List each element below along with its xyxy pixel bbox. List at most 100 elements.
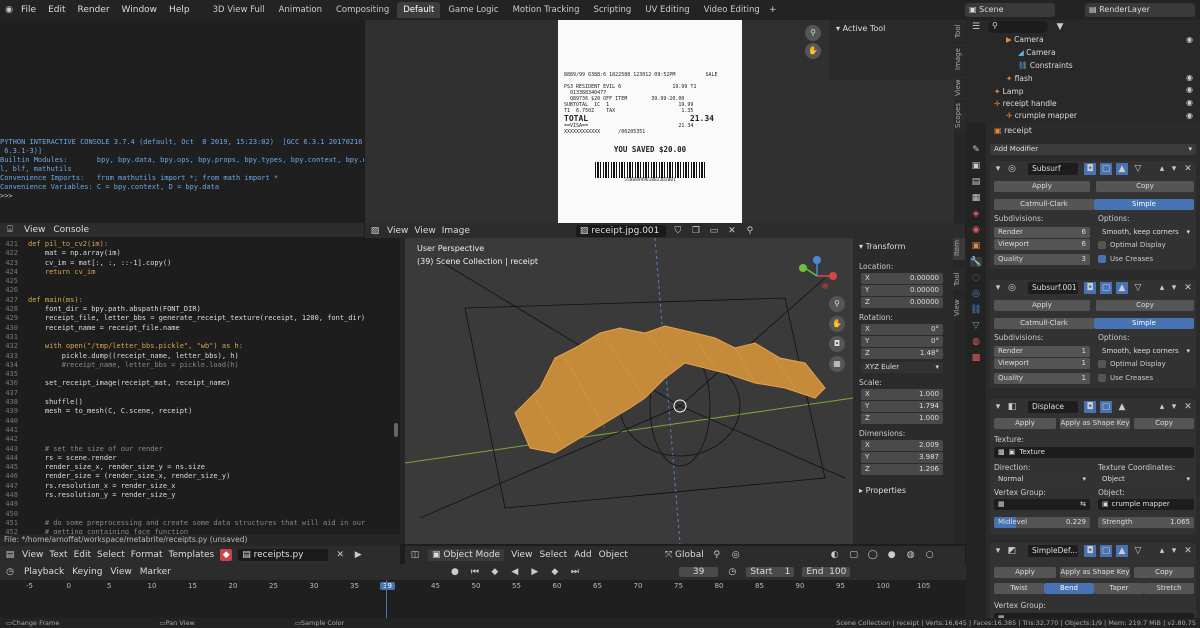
editor-scrollbar[interactable] [394, 423, 398, 437]
menu-file[interactable]: File [15, 5, 42, 15]
image-menu-view-mode[interactable]: View [387, 226, 408, 236]
cage-toggle-icon[interactable]: ▽ [1132, 163, 1144, 175]
python-console[interactable]: PYTHON INTERACTIVE CONSOLE 3.7.4 (defaul… [0, 20, 364, 223]
render-levels-field[interactable]: Render 1 [994, 346, 1090, 357]
eye-icon[interactable]: ◉ [1186, 34, 1193, 47]
close-icon[interactable]: ✕ [1182, 163, 1194, 175]
tool-tab-icon[interactable]: ✎ [972, 145, 980, 155]
scale-z-field[interactable]: Z 1.000 [861, 413, 943, 424]
viewport-levels-field[interactable]: Viewport 6 [994, 239, 1090, 250]
jump-key-back-icon[interactable]: ◆ [489, 566, 501, 578]
eye-icon[interactable]: ◉ [1186, 72, 1193, 85]
world-tab-icon[interactable]: ◉ [972, 225, 980, 235]
modifier-name-field[interactable]: Subsurf.001 [1028, 282, 1078, 294]
simple-tab[interactable]: Simple [1094, 199, 1194, 210]
snap-icon[interactable]: ⚲ [711, 549, 723, 561]
modifier-tab-icon[interactable]: 🔧 [970, 257, 982, 267]
viewport-menu-add[interactable]: Add [574, 550, 591, 560]
collapse-icon[interactable]: ▾ [992, 545, 1004, 557]
outliner-item[interactable]: ▶ Camera [1006, 34, 1044, 46]
move-down-icon[interactable]: ▾ [1168, 163, 1180, 175]
tab-game-logic[interactable]: Game Logic [442, 2, 504, 18]
scale-x-field[interactable]: X 1.000 [861, 389, 943, 400]
tab-scripting[interactable]: Scripting [587, 2, 637, 18]
texture-coordinates-select[interactable]: Object ▾ [1098, 474, 1194, 485]
close-icon[interactable]: ✕ [1182, 401, 1194, 413]
editor-type-icon[interactable]: ▤ [4, 549, 16, 561]
strength-field[interactable]: Strength 1.065 [1098, 517, 1194, 528]
eye-icon[interactable]: ◉ [1186, 84, 1193, 97]
preview-range-icon[interactable]: ◷ [726, 566, 738, 578]
outliner-item[interactable]: ⛓ Constraints [1018, 60, 1073, 72]
console-menu-view[interactable]: View [24, 225, 45, 235]
mode-selector[interactable]: ▣ Object Mode [428, 549, 505, 561]
collapse-icon[interactable]: ▾ [992, 163, 1004, 175]
close-icon[interactable]: ✕ [1182, 282, 1194, 294]
zoom-icon[interactable]: ⚲ [805, 25, 821, 41]
timeline-menu-view[interactable]: View [110, 567, 131, 577]
object-field[interactable]: ▣ crumple mapper [1098, 499, 1194, 510]
jump-key-forward-icon[interactable]: ◆ [549, 566, 561, 578]
use-creases-checkbox[interactable]: Use Creases [1098, 374, 1153, 382]
output-tab-icon[interactable]: ▤ [972, 177, 981, 187]
scale-y-field[interactable]: Y 1.794 [861, 401, 943, 412]
camera-toggle-icon[interactable]: ◘ [1084, 401, 1096, 413]
location-y-field[interactable]: Y 0.00000 [861, 285, 943, 296]
pin-icon[interactable]: ⚲ [744, 225, 756, 237]
text-file-selector[interactable]: ▤ receipts.py [238, 549, 329, 561]
outliner-search-input[interactable]: ⚲ [988, 21, 1048, 33]
timeline-menu-playback[interactable]: Playback [24, 567, 64, 577]
constraints-tab-icon[interactable]: ⛓ [970, 305, 981, 315]
tab-uv-editing[interactable]: UV Editing [639, 2, 695, 18]
play-icon[interactable]: ▶ [529, 566, 541, 578]
catmull-clark-tab[interactable]: Catmull-Clark [994, 318, 1094, 329]
tab-animation[interactable]: Animation [273, 2, 328, 18]
particles-tab-icon[interactable]: ◌ [972, 273, 980, 283]
editmode-toggle-icon[interactable]: ▲ [1116, 163, 1128, 175]
copy-icon[interactable]: ❐ [690, 225, 702, 237]
tab-tool[interactable]: Tool [953, 268, 965, 290]
end-frame-field[interactable]: End 100 [802, 567, 851, 577]
tab-3d-view-full[interactable]: 3D View Full [207, 2, 271, 18]
folder-icon[interactable]: ▭ [708, 225, 720, 237]
modifier-name-field[interactable]: SimpleDef... [1028, 545, 1078, 557]
console-prompt[interactable]: >>> [0, 192, 364, 201]
display-toggle-icon[interactable]: ▢ [1100, 545, 1112, 557]
quality-field[interactable]: Quality 1 [994, 373, 1090, 384]
tab-item[interactable]: Item [953, 238, 965, 260]
move-up-icon[interactable]: ▴ [1156, 282, 1168, 294]
code-area[interactable]: 421 def pil_to_cv2(im): 422 mat = np.array… [0, 238, 400, 534]
rotation-z-field[interactable]: Z 1.48° [861, 348, 943, 359]
menu-help[interactable]: Help [163, 5, 196, 15]
display-toggle-icon[interactable]: ▢ [1100, 282, 1112, 294]
stretch-mode-tab[interactable]: Stretch [1144, 583, 1194, 594]
collapse-icon[interactable]: ▾ [992, 401, 1004, 413]
physics-tab-icon[interactable]: ◎ [972, 289, 980, 299]
use-creases-checkbox[interactable]: Use Creases [1098, 255, 1153, 263]
editor-menu-text[interactable]: Text [49, 550, 67, 560]
material-tab-icon[interactable]: ◍ [972, 337, 980, 347]
move-up-icon[interactable]: ▴ [1156, 545, 1168, 557]
view-layer-tab-icon[interactable]: ▦ [972, 193, 981, 203]
active-tool-title[interactable]: ▾ Active Tool [830, 20, 954, 37]
editor-type-icon[interactable]: ☰ [970, 21, 982, 33]
editor-menu-select[interactable]: Select [97, 550, 125, 560]
editmode-toggle-icon[interactable]: ▲ [1116, 401, 1128, 413]
tab-view[interactable]: View [953, 298, 965, 320]
image-menu-view[interactable]: View [414, 226, 435, 236]
viewport-levels-field[interactable]: Viewport 1 [994, 358, 1090, 369]
move-down-icon[interactable]: ▾ [1168, 282, 1180, 294]
scene-tab-icon[interactable]: ◈ [973, 209, 980, 219]
text-editor[interactable]: 421 def pil_to_cv2(im): 422 mat = np.array… [0, 238, 400, 534]
move-up-icon[interactable]: ▴ [1156, 401, 1168, 413]
outliner-item[interactable]: ✦ flash [1006, 73, 1033, 85]
dimension-x-field[interactable]: X 2.009 [861, 440, 943, 451]
wireframe-shading-icon[interactable]: ◯ [867, 549, 879, 561]
editor-type-icon[interactable]: ◷ [4, 566, 16, 578]
orientation-selector[interactable]: ⤧ Global [665, 550, 704, 560]
proportional-icon[interactable]: ◎ [730, 549, 742, 561]
apply-shape-key-button[interactable]: Apply as Shape Key [1060, 567, 1130, 578]
rotation-y-field[interactable]: Y 0° [861, 336, 943, 347]
scene-selector[interactable]: ▣ Scene [965, 3, 1055, 17]
overlay-icon[interactable]: ◐ [829, 549, 841, 561]
